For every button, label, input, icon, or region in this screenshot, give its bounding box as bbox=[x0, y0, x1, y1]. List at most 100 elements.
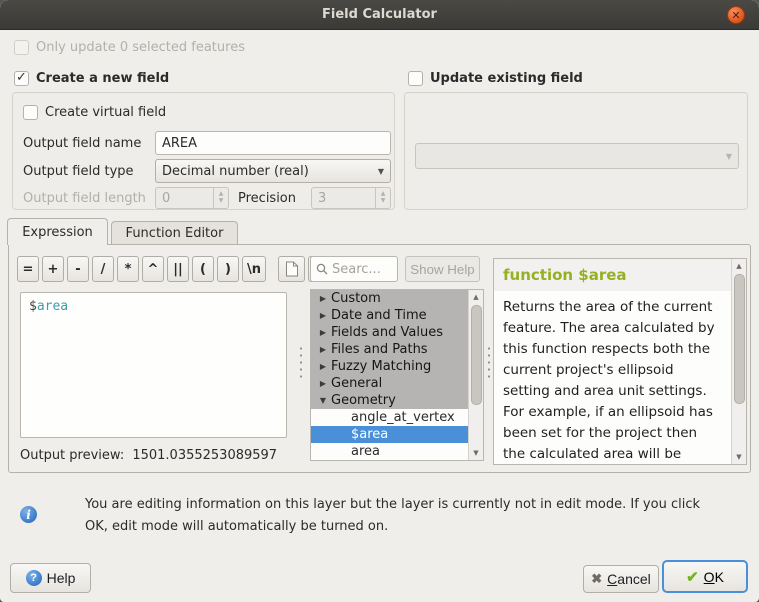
function-item-$area[interactable]: $area bbox=[311, 426, 470, 443]
function-group-Custom[interactable]: ▶Custom bbox=[311, 290, 470, 307]
create-new-field-checkbox-row[interactable]: Create a new field bbox=[14, 71, 169, 86]
function-label: Files and Paths bbox=[331, 342, 428, 357]
function-label: area bbox=[351, 444, 380, 459]
show-help-button: Show Help bbox=[405, 256, 480, 282]
cancel-button[interactable]: ✖ Cancel bbox=[583, 565, 659, 593]
close-icon: ✕ bbox=[731, 10, 740, 21]
expression-editor[interactable]: $area bbox=[20, 292, 287, 438]
output-field-length-value: 0 bbox=[156, 191, 213, 206]
operator-button-^[interactable]: ^ bbox=[142, 256, 164, 282]
checkmark-icon: ✔ bbox=[686, 568, 699, 586]
output-field-name-input[interactable] bbox=[155, 131, 391, 155]
create-virtual-field-checkbox[interactable] bbox=[23, 105, 38, 120]
search-icon bbox=[316, 263, 328, 275]
function-group-Geometry[interactable]: ▼Geometry bbox=[311, 392, 470, 409]
chevron-right-icon[interactable]: ▶ bbox=[315, 311, 331, 320]
toolbar-spacer bbox=[269, 256, 275, 282]
notice-line-2: OK, edit mode will automatically be turn… bbox=[85, 516, 733, 538]
only-update-label: Only update 0 selected features bbox=[36, 40, 245, 55]
scroll-up-icon[interactable]: ▲ bbox=[732, 259, 746, 273]
function-item-area[interactable]: area bbox=[311, 443, 470, 460]
help-button[interactable]: ? Help bbox=[10, 563, 91, 593]
output-field-length-label: Output field length bbox=[23, 191, 146, 206]
operator-button-/[interactable]: / bbox=[92, 256, 114, 282]
splitter-handle-right[interactable] bbox=[487, 345, 491, 379]
operator-button-+[interactable]: + bbox=[42, 256, 64, 282]
operator-button-*[interactable]: * bbox=[117, 256, 139, 282]
function-label: Date and Time bbox=[331, 308, 427, 323]
function-group-General[interactable]: ▶General bbox=[311, 375, 470, 392]
chevron-right-icon[interactable]: ▶ bbox=[315, 379, 331, 388]
scroll-up-icon[interactable]: ▲ bbox=[469, 290, 483, 304]
new-file-icon bbox=[285, 261, 299, 277]
update-field-groupbox: ▼ bbox=[404, 92, 748, 210]
operator-button--[interactable]: - bbox=[67, 256, 89, 282]
chevron-right-icon[interactable]: ▶ bbox=[315, 362, 331, 371]
function-group-Fields and Values[interactable]: ▶Fields and Values bbox=[311, 324, 470, 341]
function-label: Fuzzy Matching bbox=[331, 359, 431, 374]
create-new-field-checkbox[interactable] bbox=[14, 71, 29, 86]
splitter-handle-left[interactable] bbox=[299, 345, 303, 379]
function-label: Geometry bbox=[331, 393, 396, 408]
output-field-name-label: Output field name bbox=[23, 136, 141, 151]
only-update-checkbox bbox=[14, 40, 29, 55]
notice-line-1: You are editing information on this laye… bbox=[85, 494, 733, 516]
function-item-azimuth[interactable]: azimuth bbox=[311, 460, 470, 461]
chevron-down-icon: ▼ bbox=[378, 167, 384, 176]
operator-button-\n[interactable]: \n bbox=[242, 256, 266, 282]
scroll-down-icon[interactable]: ▼ bbox=[732, 450, 746, 464]
update-existing-field-label: Update existing field bbox=[430, 71, 583, 86]
chevron-right-icon[interactable]: ▶ bbox=[315, 294, 331, 303]
scrollbar-thumb[interactable] bbox=[734, 274, 745, 404]
help-title: function $area bbox=[503, 266, 627, 284]
function-list-scrollbar[interactable]: ▲ ▼ bbox=[468, 290, 483, 460]
only-update-checkbox-row: Only update 0 selected features bbox=[14, 40, 245, 55]
tab-function-editor[interactable]: Function Editor bbox=[111, 221, 238, 245]
operator-button-([interactable]: ( bbox=[192, 256, 214, 282]
update-existing-field-checkbox[interactable] bbox=[408, 71, 423, 86]
question-icon: ? bbox=[26, 570, 42, 586]
operator-button-||[interactable]: || bbox=[167, 256, 189, 282]
function-item-angle_at_vertex[interactable]: angle_at_vertex bbox=[311, 409, 470, 426]
close-button[interactable]: ✕ bbox=[727, 6, 745, 24]
new-expression-button[interactable] bbox=[278, 256, 305, 282]
window-title: Field Calculator bbox=[322, 7, 437, 22]
scroll-down-icon[interactable]: ▼ bbox=[469, 446, 483, 460]
output-field-type-select[interactable]: Decimal number (real) ▼ bbox=[155, 159, 391, 183]
function-group-Date and Time[interactable]: ▶Date and Time bbox=[311, 307, 470, 324]
field-calculator-dialog: Field Calculator ✕ Only update 0 selecte… bbox=[0, 0, 759, 602]
info-icon: i bbox=[20, 506, 37, 523]
precision-value: 3 bbox=[312, 191, 375, 206]
operator-button-=[interactable]: = bbox=[17, 256, 39, 282]
output-preview: Output preview: 1501.0355253089597 bbox=[20, 448, 277, 463]
show-help-label: Show Help bbox=[410, 262, 474, 277]
output-preview-value: 1501.0355253089597 bbox=[132, 448, 277, 463]
function-list[interactable]: ▶Custom▶Date and Time▶Fields and Values▶… bbox=[310, 289, 484, 461]
help-button-label: Help bbox=[47, 570, 76, 586]
help-header: function $area bbox=[494, 259, 732, 291]
help-body: Returns the area of the current feature.… bbox=[494, 295, 732, 465]
function-label: General bbox=[331, 376, 382, 391]
chevron-down-icon[interactable]: ▼ bbox=[315, 396, 331, 405]
operator-button-)[interactable]: ) bbox=[217, 256, 239, 282]
scrollbar-thumb[interactable] bbox=[471, 305, 482, 405]
create-virtual-field-row[interactable]: Create virtual field bbox=[23, 105, 166, 120]
ok-button[interactable]: ✔ OK bbox=[662, 560, 748, 593]
update-existing-field-checkbox-row[interactable]: Update existing field bbox=[408, 71, 583, 86]
help-scrollbar[interactable]: ▲ ▼ bbox=[731, 259, 746, 464]
function-help-panel[interactable]: function $area Returns the area of the c… bbox=[493, 258, 747, 465]
tab-expression[interactable]: Expression bbox=[7, 218, 108, 245]
function-group-Files and Paths[interactable]: ▶Files and Paths bbox=[311, 341, 470, 358]
search-input[interactable] bbox=[332, 262, 390, 277]
precision-spinner: 3 ▲ ▼ bbox=[311, 187, 391, 209]
output-preview-label: Output preview: bbox=[20, 448, 124, 463]
tab-function-editor-label: Function Editor bbox=[126, 226, 224, 241]
function-label: angle_at_vertex bbox=[351, 410, 455, 425]
cancel-button-label: Cancel bbox=[607, 571, 651, 587]
titlebar[interactable]: Field Calculator ✕ bbox=[0, 0, 759, 30]
function-search[interactable] bbox=[310, 256, 398, 282]
function-group-Fuzzy Matching[interactable]: ▶Fuzzy Matching bbox=[311, 358, 470, 375]
chevron-right-icon[interactable]: ▶ bbox=[315, 328, 331, 337]
chevron-down-icon: ▼ bbox=[726, 152, 732, 161]
chevron-right-icon[interactable]: ▶ bbox=[315, 345, 331, 354]
